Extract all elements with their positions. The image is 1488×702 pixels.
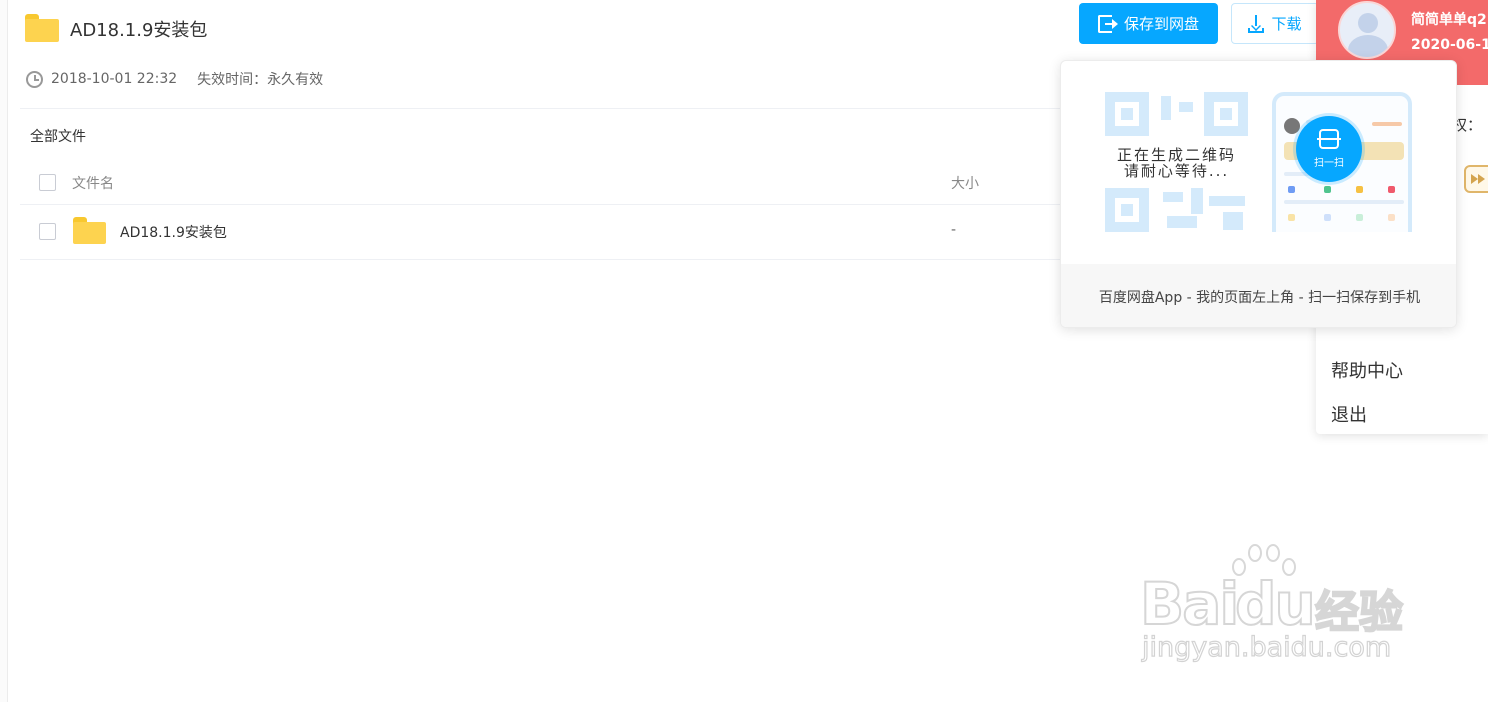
qr-code-placeholder: 正在生成二维码 请耐心等待...: [1105, 92, 1248, 232]
menu-item-logout[interactable]: 退出: [1331, 401, 1367, 427]
username: 简简单单q2: [1411, 12, 1487, 28]
save-icon: [1097, 14, 1118, 34]
file-size: -: [951, 222, 957, 238]
download-button-label: 下载: [1271, 15, 1302, 33]
qr-status-line-2: 请耐心等待...: [1123, 162, 1230, 180]
left-edge: [0, 0, 8, 702]
qr-instructions: 百度网盘App - 我的页面左上角 - 扫一扫保存到手机: [1061, 264, 1456, 327]
watermark-product: 经验: [1314, 586, 1404, 639]
file-name-link[interactable]: AD18.1.9安装包: [120, 222, 227, 242]
save-button-label: 保存到网盘: [1123, 15, 1199, 33]
row-divider: [20, 259, 1060, 260]
row-checkbox[interactable]: [39, 223, 56, 240]
expire-label: 失效时间：永久有效: [197, 72, 324, 88]
share-meta: 2018-10-01 22:32 失效时间：永久有效: [26, 69, 323, 89]
watermark-brand-tail: du: [1234, 569, 1317, 639]
baidu-jingyan-watermark: Bai du 经验 jingyan.baidu.com: [1139, 540, 1440, 680]
save-to-netdisk-button[interactable]: 保存到网盘: [1079, 3, 1218, 44]
qr-status-line-1: 正在生成二维码: [1116, 146, 1236, 164]
watermark-brand: Bai: [1139, 569, 1240, 639]
download-icon: [1248, 14, 1265, 33]
header-divider: [20, 108, 1060, 109]
column-size-header[interactable]: 大小: [951, 173, 979, 193]
header-row-divider: [20, 204, 1060, 205]
breadcrumb[interactable]: 全部文件: [30, 126, 86, 146]
clock-icon: [26, 70, 43, 88]
share-date: 2018-10-01 22:32: [51, 71, 178, 87]
folder-icon: [25, 14, 59, 42]
scan-label: 扫一扫: [1314, 158, 1344, 169]
folder-icon: [73, 217, 106, 244]
menu-item-help[interactable]: 帮助中心: [1331, 357, 1403, 383]
fast-forward-icon[interactable]: [1464, 165, 1488, 193]
scan-button: 扫一扫: [1296, 116, 1362, 182]
column-name-header[interactable]: 文件名: [72, 173, 114, 193]
page-title: AD18.1.9安装包: [70, 20, 208, 41]
scan-icon: [1317, 129, 1341, 149]
qr-status-text: 正在生成二维码 请耐心等待...: [1105, 147, 1248, 179]
qr-save-popup: 正在生成二维码 请耐心等待... 扫一扫 百度网盘App - 我的页面左上角 -…: [1060, 60, 1457, 328]
watermark-url: jingyan.baidu.com: [1141, 631, 1392, 663]
select-all-checkbox[interactable]: [39, 174, 56, 191]
avatar[interactable]: [1338, 1, 1396, 59]
download-button[interactable]: 下载: [1231, 3, 1319, 44]
membership-date: 2020-06-1(: [1411, 37, 1488, 53]
